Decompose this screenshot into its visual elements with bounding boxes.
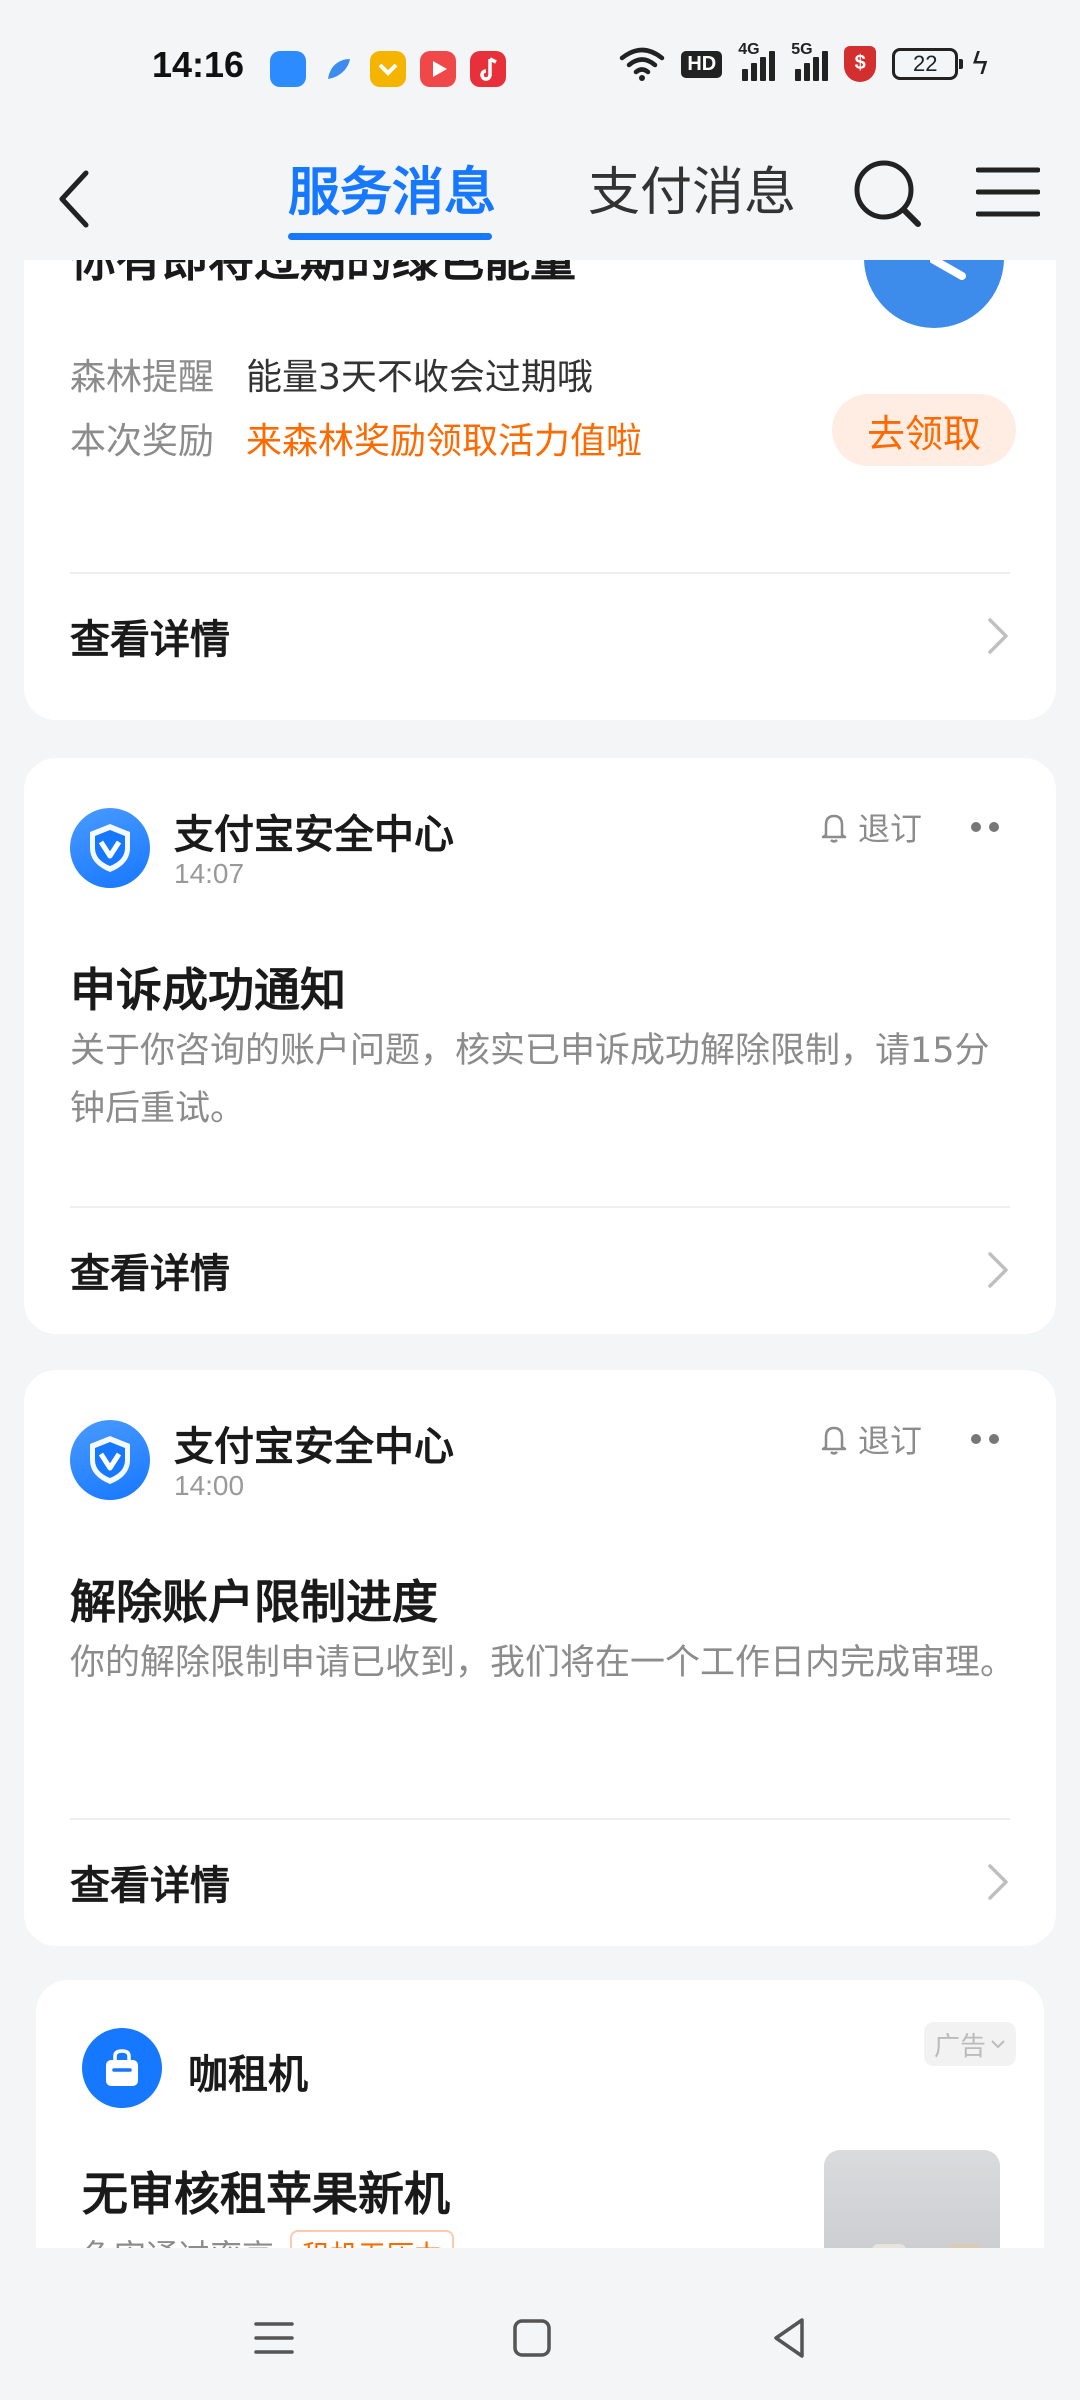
advertiser-avatar — [82, 2028, 162, 2108]
security-shield-icon: $ — [844, 46, 877, 82]
view-details-row[interactable]: 查看详情 — [70, 1230, 1010, 1310]
network-4g-label: 4G — [738, 41, 760, 58]
message-list[interactable]: 你有即将过期的绿色能量 森林提醒 能量3天不收会过期哦 本次奖励 来森林奖励领取… — [0, 260, 1080, 2248]
chevron-right-icon — [988, 1864, 1008, 1900]
active-tab-indicator — [288, 233, 492, 240]
view-details-label: 查看详情 — [70, 1251, 230, 1297]
view-details-label: 查看详情 — [70, 617, 230, 663]
clock-icon — [864, 260, 1004, 328]
system-navigation-bar — [0, 2268, 1080, 2400]
header-nav: 服务消息 支付消息 — [0, 140, 1080, 260]
back-button[interactable] — [44, 164, 104, 234]
unsubscribe-label: 退订 — [858, 810, 923, 848]
bell-icon — [821, 814, 847, 843]
yellow-app-icon — [370, 51, 406, 87]
shield-icon — [90, 824, 130, 872]
kv-value: 能量3天不收会过期哦 — [246, 357, 593, 398]
blue-app-icon — [270, 51, 306, 87]
divider — [70, 572, 1010, 574]
sender-name: 支付宝安全中心 — [174, 812, 454, 858]
signal-5g-icon: 5G — [791, 41, 829, 81]
view-details-row[interactable]: 查看详情 — [70, 1842, 1010, 1922]
chevron-right-icon — [988, 1252, 1008, 1288]
more-options-icon[interactable] — [960, 812, 1010, 842]
network-5g-label: 5G — [791, 41, 813, 58]
tab-service-messages[interactable]: 服务消息 — [288, 150, 496, 225]
bell-icon — [821, 1426, 847, 1455]
home-button[interactable] — [502, 2308, 562, 2368]
ad-label: 广告 — [934, 2031, 987, 2062]
ad-title: 无审核租苹果新机 — [82, 2167, 450, 2221]
sender-name: 支付宝安全中心 — [174, 1424, 454, 1470]
message-title: 解除账户限制进度 — [70, 1575, 438, 1629]
ad-label-dropdown[interactable]: 广告 — [924, 2022, 1017, 2066]
chevron-left-icon — [59, 170, 89, 228]
tab-payment-messages[interactable]: 支付消息 — [588, 150, 796, 225]
menu-button[interactable] — [975, 162, 1041, 222]
sender-avatar — [70, 1420, 150, 1500]
forest-reminder-row: 森林提醒 能量3天不收会过期哦 — [70, 348, 593, 400]
status-time: 14:16 — [152, 44, 245, 85]
unsubscribe-label: 退订 — [858, 1422, 923, 1460]
ad-subtitle-row: 免审通过率高 租机无压力 — [82, 2230, 455, 2248]
message-time: 14:00 — [174, 1470, 245, 1501]
phone-product-image — [824, 2150, 1000, 2248]
advertiser-name: 咖租机 — [188, 2052, 308, 2098]
kv-key: 本次奖励 — [70, 421, 215, 462]
reward-row: 本次奖励 来森林奖励领取活力值啦 — [70, 412, 642, 464]
divider — [70, 1206, 1010, 1208]
message-time: 14:07 — [174, 858, 245, 889]
message-title: 申诉成功通知 — [70, 963, 346, 1017]
search-icon — [854, 160, 921, 227]
view-details-row[interactable]: 查看详情 — [70, 596, 1010, 676]
status-indicators: HD 4G 5G $ 22 ϟ — [619, 41, 990, 82]
message-body: 你的解除限制申请已收到，我们将在一个工作日内完成审理。 — [70, 1643, 1016, 1683]
more-options-icon[interactable] — [960, 1424, 1010, 1454]
recent-apps-button[interactable] — [244, 2308, 304, 2368]
kv-value: 来森林奖励领取活力值啦 — [246, 421, 643, 462]
battery-level: 22 — [912, 51, 938, 76]
music-app-icon — [470, 51, 506, 87]
divider — [70, 1818, 1010, 1820]
battery-icon: 22 — [892, 48, 964, 80]
status-bar: 14:16 HD 4G 5G $ 22 ϟ — [0, 0, 1080, 140]
message-title: 你有即将过期的绿色能量 — [70, 260, 576, 287]
chevron-right-icon — [988, 618, 1008, 654]
unsubscribe-button[interactable]: 退订 — [820, 804, 922, 850]
search-button[interactable] — [852, 152, 924, 232]
message-body: 关于你咨询的账户问题，核实已申诉成功解除限制，请15分钟后重试。 — [70, 1031, 990, 1129]
message-card: 支付宝安全中心 14:00 退订 解除账户限制进度 你的解除限制申请已收到，我们… — [24, 1370, 1056, 1946]
hd-badge: HD — [681, 50, 723, 78]
shield-icon — [90, 1436, 130, 1484]
view-details-label: 查看详情 — [70, 1863, 230, 1909]
hamburger-menu-icon — [975, 167, 1041, 217]
sender-avatar — [70, 808, 150, 888]
kv-key: 森林提醒 — [70, 357, 215, 398]
notification-app-icons — [270, 51, 506, 87]
ad-subtitle: 免审通过率高 — [82, 2231, 274, 2248]
shopping-bag-icon — [106, 2049, 138, 2086]
energy-reminder-card: 你有即将过期的绿色能量 森林提醒 能量3天不收会过期哦 本次奖励 来森林奖励领取… — [24, 260, 1056, 720]
charging-icon: ϟ — [970, 46, 990, 82]
message-card: 支付宝安全中心 14:07 退订 申诉成功通知 关于你咨询的账户问题，核实已申诉… — [24, 758, 1056, 1334]
unsubscribe-button[interactable]: 退订 — [820, 1416, 922, 1462]
blue-feather-icon — [320, 51, 356, 87]
back-nav-button[interactable] — [760, 2308, 820, 2368]
wifi-icon — [620, 47, 665, 81]
phone-image-icon — [872, 2244, 982, 2248]
signal-4g-icon: 4G — [738, 41, 776, 81]
ad-card[interactable]: 咖租机 广告 无审核租苹果新机 免审通过率高 租机无压力 — [36, 1980, 1044, 2248]
ad-promo-pill: 租机无压力 — [290, 2230, 455, 2248]
chevron-down-icon — [991, 2040, 1005, 2049]
video-app-icon — [420, 51, 456, 87]
claim-button[interactable]: 去领取 — [832, 394, 1016, 466]
